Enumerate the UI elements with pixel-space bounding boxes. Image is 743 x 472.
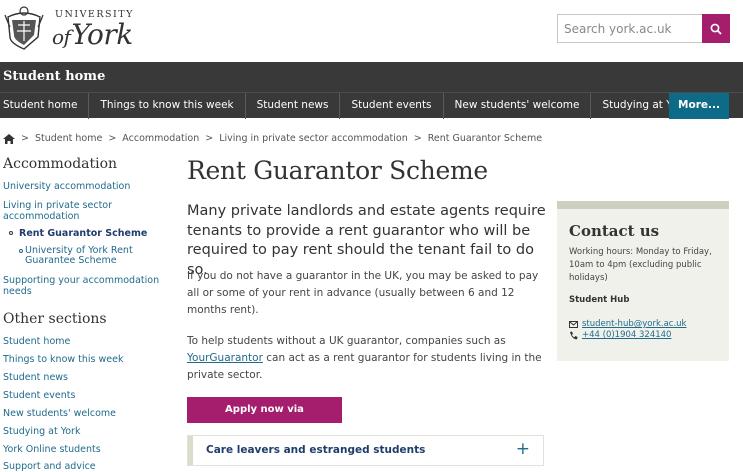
apply-button[interactable]: Apply now via YourGuarantor [187,397,342,441]
sidebar-heading-other: Other sections [3,311,107,327]
nav-item-student-events[interactable]: Student events [340,93,444,119]
accordion-label: Care leavers and estranged students [206,444,426,456]
contact-box: Contact us Working hours: Monday to Frid… [557,201,729,361]
contact-hours: Working hours: Monday to Friday, 10am to… [569,247,712,283]
page-title: Rent Guarantor Scheme [187,156,488,185]
search-input[interactable] [557,14,702,43]
breadcrumb: > Student home > Accommodation > Living … [3,133,542,144]
sidebar-item-rent-guarantee[interactable]: University of York Rent Guarantee Scheme [25,246,165,266]
body-paragraph-1: If you do not have a guarantor in the UK… [187,270,539,316]
search-icon [710,23,722,35]
contact-heading: Contact us [569,222,660,240]
logo-name-text: York [71,18,133,51]
sidebar-heading-accommodation: Accommodation [3,156,118,172]
email-icon [569,321,579,328]
contact-email-link[interactable]: student-hub@york.ac.uk [582,319,686,330]
nav-more-button[interactable]: More... [669,93,729,119]
search-button[interactable] [702,14,730,43]
nav-item-student-home[interactable]: Student home [0,93,90,119]
sidebar-other-new-students[interactable]: New students' welcome [3,408,163,419]
nav-item-student-news[interactable]: Student news [246,93,341,119]
contact-phone-line: +44 (0)1904 324140 [569,330,717,341]
sidebar-other-york-online[interactable]: York Online students [3,444,163,455]
sidebar-other-support[interactable]: Support and advice [3,461,163,472]
sidebar-item-current[interactable]: Rent Guarantor Scheme [9,228,147,239]
breadcrumb-separator: > [413,133,422,144]
body-paragraph-2: To help students without a UK guarantor,… [187,333,547,384]
sidebar-item-current-label: Rent Guarantor Scheme [19,228,148,239]
nav-item-things-to-know[interactable]: Things to know this week [89,93,246,119]
para2-text-a: To help students without a UK guarantor,… [187,335,506,347]
sidebar-item-living-private[interactable]: Living in private sector accommodation [3,200,133,222]
home-icon[interactable] [3,133,15,144]
breadcrumb-separator: > [21,133,29,144]
sidebar-item-supporting[interactable]: Supporting your accommodation needs [3,275,163,297]
sidebar-item-university-accommodation[interactable]: University accommodation [3,181,163,192]
contact-phone-link[interactable]: +44 (0)1904 324140 [582,330,671,341]
nav-item-new-students-welcome[interactable]: New students' welcome [444,93,592,119]
breadcrumb-living-private[interactable]: Living in private sector accommodation [219,133,407,144]
breadcrumb-accommodation[interactable]: Accommodation [122,133,199,144]
yourguarantor-link[interactable]: YourGuarantor [187,352,263,364]
sidebar-other-things-to-know[interactable]: Things to know this week [3,354,163,365]
logo-of-text: of [52,25,71,49]
phone-icon [569,331,579,340]
bullet-icon [9,231,13,235]
main-navigation: Student home Things to know this week St… [0,92,743,119]
bullet-icon [19,249,23,253]
sidebar-other-student-news[interactable]: Student news [3,372,163,383]
accordion-care-leavers[interactable]: Care leavers and estranged students + [187,435,544,466]
site-title[interactable]: Student home [3,69,105,84]
logo-york-text[interactable]: ofYork [52,18,133,51]
breadcrumb-student-home[interactable]: Student home [35,133,102,144]
contact-subheading: Student Hub [569,295,630,305]
site-title-bar: Student home [0,62,743,92]
sidebar-other-studying[interactable]: Studying at York [3,426,163,437]
university-crest-icon [4,6,44,50]
breadcrumb-separator: > [108,133,117,144]
contact-email-line: student-hub@york.ac.uk [569,319,717,330]
site-header: UNIVERSITY ofYork [0,0,743,62]
breadcrumb-current: Rent Guarantor Scheme [427,133,543,144]
sidebar-other-student-home[interactable]: Student home [3,336,163,347]
accordion-bar [188,436,193,465]
sidebar-other-student-events[interactable]: Student events [3,390,163,401]
breadcrumb-separator: > [205,133,214,144]
plus-icon[interactable]: + [516,439,530,459]
